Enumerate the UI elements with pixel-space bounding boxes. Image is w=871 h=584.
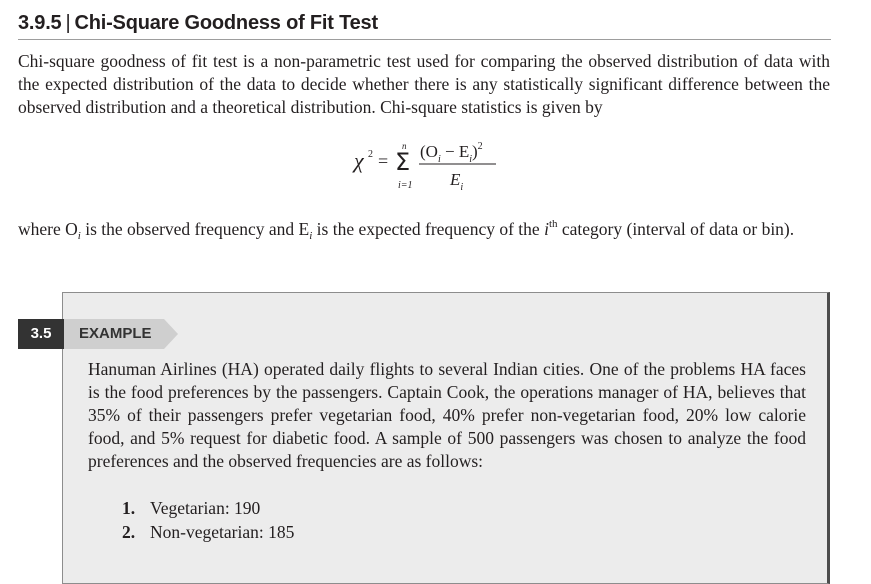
where-text-3: is the expected frequency of the	[312, 219, 545, 239]
example-text: Hanuman Airlines (HA) operated daily fli…	[88, 359, 806, 471]
section-heading: 3.9.5 | Chi-Square Goodness of Fit Test	[18, 12, 378, 35]
formula-equals: =	[378, 151, 388, 171]
formula-denominator: Ei	[449, 170, 463, 193]
example-number-badge: 3.5	[18, 319, 64, 349]
formula-sum-lower: i=1	[398, 180, 413, 191]
formula-numerator: (Oi − Ei)2	[420, 141, 483, 165]
intro-paragraph: Chi-square goodness of fit test is a non…	[18, 51, 830, 117]
where-text-4: category (interval of data or bin).	[557, 219, 795, 239]
observed-frequency-list: 1. Vegetarian: 190 2. Non-vegetarian: 185	[122, 496, 294, 544]
list-item-text: Non-vegetarian: 185	[150, 522, 295, 542]
formula-svg: χ 2 = Σ n i=1 (Oi − Ei)2 Ei	[352, 141, 496, 193]
formula-chi-power: 2	[368, 149, 373, 160]
list-item-number: 2.	[122, 522, 136, 542]
chi-square-formula: χ 2 = Σ n i=1 (Oi − Ei)2 Ei	[330, 130, 530, 200]
section-separator: |	[65, 12, 71, 34]
heading-rule	[18, 39, 831, 40]
list-item: 1. Vegetarian: 190	[122, 496, 294, 520]
where-th: th	[548, 218, 558, 230]
formula-sum-upper: n	[402, 141, 407, 151]
formula-sum: Σ	[395, 148, 410, 176]
example-label: EXAMPLE	[79, 325, 152, 342]
section-title: Chi-Square Goodness of Fit Test	[74, 12, 378, 34]
section-number: 3.9.5	[18, 12, 62, 34]
where-text-1: where O	[18, 219, 78, 239]
where-paragraph: where Oi is the observed frequency and E…	[18, 213, 830, 248]
list-item-text: Vegetarian: 190	[150, 498, 261, 518]
formula-chi: χ	[352, 148, 365, 173]
where-text-2: is the observed frequency and E	[80, 219, 310, 239]
list-item: 2. Non-vegetarian: 185	[122, 520, 294, 544]
list-item-number: 1.	[122, 498, 136, 518]
